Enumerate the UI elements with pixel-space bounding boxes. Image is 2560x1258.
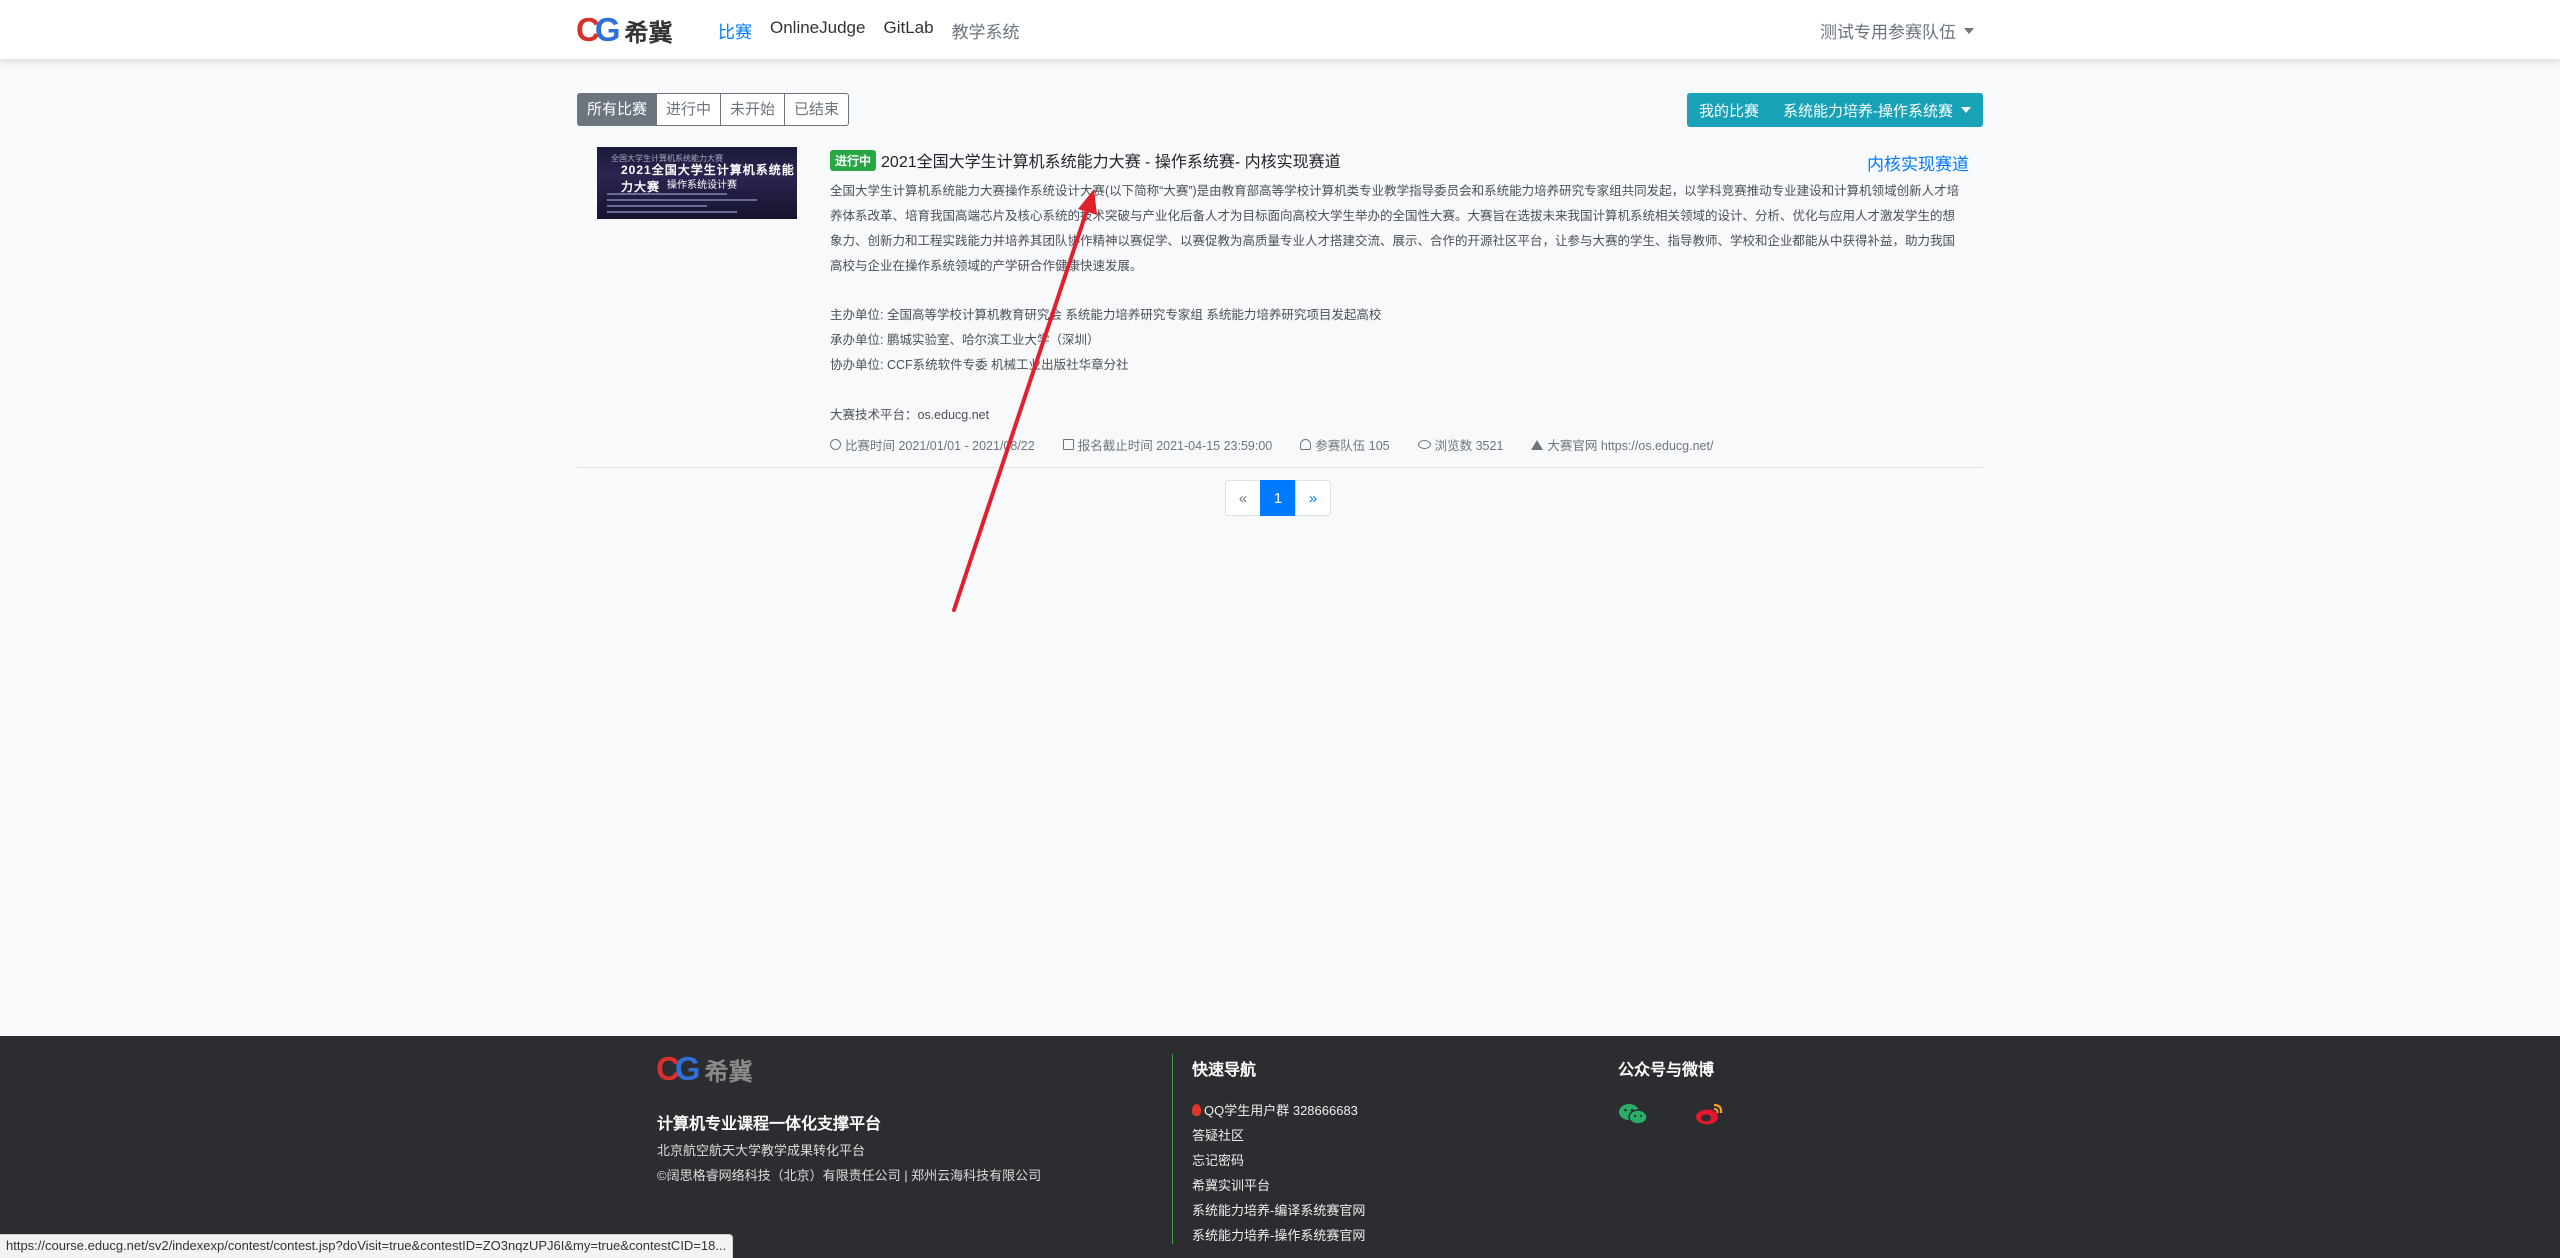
filter-ended[interactable]: 已结束: [784, 93, 850, 126]
my-contest-label: 我的比赛: [1698, 102, 1759, 120]
footer-link-training[interactable]: 希冀实训平台: [1192, 1175, 1270, 1194]
footer-link-os-contest[interactable]: 系统能力培养-操作系统赛官网: [1192, 1225, 1365, 1244]
nav-teaching-system[interactable]: 教学系统: [952, 18, 1020, 43]
footer-social-title: 公众号与微博: [1618, 1062, 1715, 1079]
home-icon: [1531, 439, 1544, 450]
filter-ongoing[interactable]: 进行中: [656, 93, 722, 126]
document-icon: [1062, 439, 1074, 450]
clock-icon: [830, 439, 841, 450]
contest-meta: 比赛时间 2021/01/01 - 2021/08/22 报名截止时间 2021…: [830, 435, 1741, 454]
contest-title[interactable]: 2021全国大学生计算机系统能力大赛 - 操作系统赛- 内核实现赛道: [881, 148, 1341, 172]
chevron-down-icon: [1961, 107, 1971, 113]
page-current[interactable]: 1: [1260, 480, 1296, 516]
track-link[interactable]: 内核实现赛道: [1867, 150, 1969, 175]
page-prev[interactable]: «: [1225, 480, 1261, 516]
weibo-icon[interactable]: [1694, 1102, 1724, 1126]
contest-filter-group: 所有比赛 进行中 未开始 已结束: [577, 93, 850, 126]
nav-gitlab[interactable]: GitLab: [883, 18, 933, 43]
footer-line-1: 北京航空航天大学教学成果转化平台: [657, 1143, 866, 1158]
tech-platform: 大赛技术平台：os.educg.net: [830, 408, 990, 422]
meta-deadline: 报名截止时间 2021-04-15 23:59:00: [1062, 435, 1272, 454]
wechat-icon[interactable]: [1618, 1102, 1648, 1126]
eye-icon: [1417, 440, 1431, 449]
meta-site[interactable]: 大赛官网 https://os.educg.net/: [1531, 435, 1713, 454]
page-next[interactable]: »: [1295, 480, 1331, 516]
organizer: 主办单位: 全国高等学校计算机教育研究会 系统能力培养研究专家组 系统能力培养研…: [830, 308, 1382, 322]
filter-all[interactable]: 所有比赛: [577, 93, 658, 126]
user-menu[interactable]: 测试专用参赛队伍: [1820, 18, 1974, 43]
filter-upcoming[interactable]: 未开始: [720, 93, 786, 126]
footer: CG 希冀 计算机专业课程一体化支撑平台 北京航空航天大学教学成果转化平台 ©阔…: [0, 1036, 2560, 1258]
contest-title-row: 进行中 2021全国大学生计算机系统能力大赛 - 操作系统赛- 内核实现赛道: [830, 148, 1341, 172]
nav-onlinejudge[interactable]: OnlineJudge: [770, 18, 865, 43]
brand-logo[interactable]: CG 希冀: [576, 11, 673, 48]
meta-teams: 参赛队伍 105: [1300, 435, 1390, 454]
logo-mark: CG: [576, 11, 620, 48]
footer-link-compiler-contest[interactable]: 系统能力培养-编译系统赛官网: [1192, 1200, 1365, 1219]
footer-link-qa[interactable]: 答疑社区: [1192, 1125, 1244, 1144]
main-nav: 比赛 OnlineJudge GitLab 教学系统: [718, 18, 1038, 43]
footer-slogan: 计算机专业课程一体化支撑平台: [657, 1116, 882, 1133]
footer-link-qq[interactable]: QQ学生用户群 328666683: [1192, 1100, 1358, 1119]
my-contest-dropdown[interactable]: 我的比赛 系统能力培养-操作系统赛: [1686, 93, 1983, 127]
pagination: « 1 »: [1225, 480, 1331, 516]
contest-thumbnail[interactable]: 全国大学生计算机系统能力大赛 2021全国大学生计算机系统能力大赛 操作系统设计…: [597, 147, 797, 219]
status-badge: 进行中: [830, 149, 877, 171]
user-name: 测试专用参赛队伍: [1820, 23, 1956, 42]
logo-text: 希冀: [624, 17, 673, 47]
contest-item: 全国大学生计算机系统能力大赛 2021全国大学生计算机系统能力大赛 操作系统设计…: [577, 143, 1983, 468]
footer-nav-title: 快速导航: [1192, 1062, 1257, 1079]
footer-copyright: ©阔思格睿网络科技（北京）有限责任公司 | 郑州云海科技有限公司: [657, 1168, 1042, 1183]
browser-status-url: https://course.educg.net/sv2/indexexp/co…: [0, 1234, 734, 1258]
chevron-down-icon: [1964, 27, 1974, 34]
user-icon: [1300, 439, 1312, 450]
co-organizer: 协办单位: CCF系统软件专委 机械工业出版社华章分社: [830, 358, 1129, 372]
footer-divider: [1172, 1054, 1173, 1244]
top-navbar: CG 希冀 比赛 OnlineJudge GitLab 教学系统 测试专用参赛队…: [0, 0, 2560, 59]
my-contest-selected: 系统能力培养-操作系统赛: [1783, 102, 1953, 120]
contest-description: 全国大学生计算机系统能力大赛操作系统设计大赛(以下简称“大赛”)是由教育部高等学…: [830, 184, 1960, 273]
meta-views: 浏览数 3521: [1417, 435, 1503, 454]
meta-time: 比赛时间 2021/01/01 - 2021/08/22: [830, 435, 1035, 454]
footer-link-forgot-password[interactable]: 忘记密码: [1192, 1150, 1244, 1169]
nav-contest[interactable]: 比赛: [718, 18, 752, 43]
footer-logo: CG 希冀: [656, 1050, 753, 1087]
qq-icon: [1192, 1104, 1201, 1116]
host-unit: 承办单位: 鹏城实验室、哈尔滨工业大学（深圳）: [830, 333, 1100, 347]
